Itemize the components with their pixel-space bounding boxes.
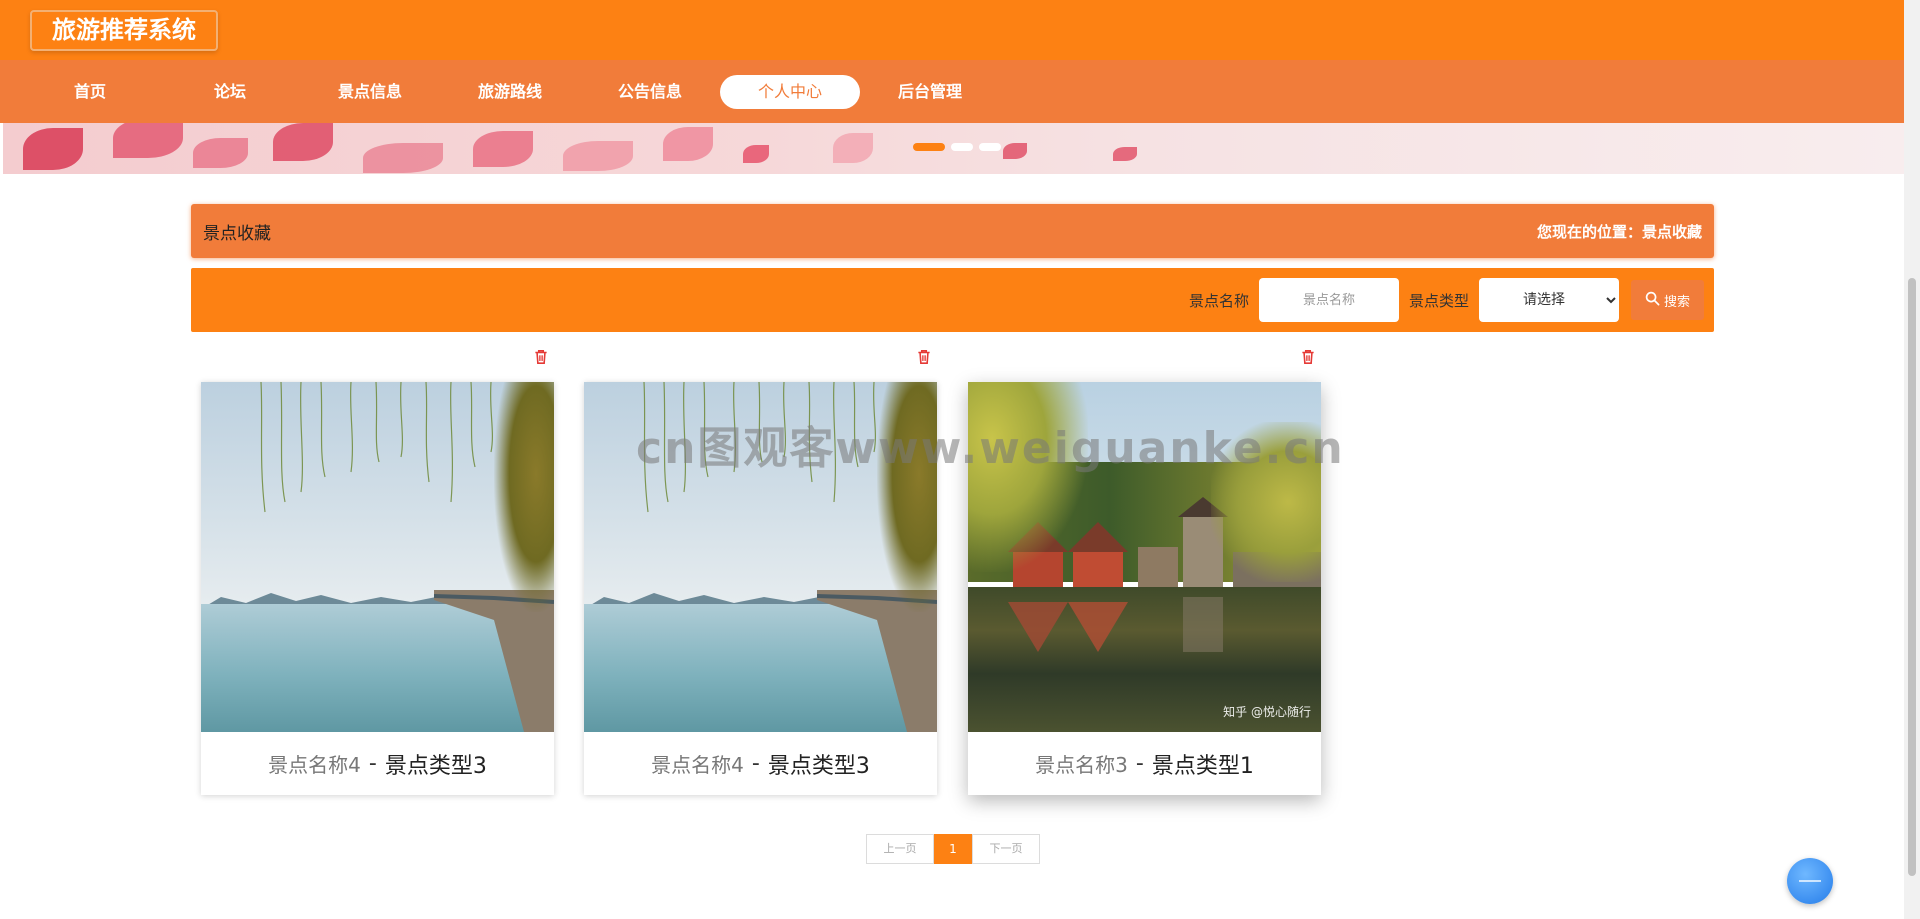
name-search-label: 景点名称	[1188, 291, 1249, 310]
petal-decoration	[743, 145, 769, 163]
photo-credit: 知乎 @悦心随行	[1223, 705, 1311, 719]
search-button-label: 搜索	[1663, 294, 1690, 310]
card-caption: 景点名称4 - 景点类型3	[584, 732, 937, 795]
watermark: cn图观客www.weiguanke.cn	[636, 423, 1345, 474]
petal-decoration	[23, 128, 83, 170]
main-nav: 首页 论坛 景点信息 旅游路线 公告信息 个人中心 后台管理	[0, 60, 1904, 123]
petal-decoration	[833, 133, 873, 163]
nav-item-routes[interactable]: 旅游路线	[440, 75, 580, 109]
petal-decoration	[1113, 147, 1137, 161]
nav-item-forum[interactable]: 论坛	[160, 75, 300, 109]
image-willow	[260, 382, 493, 513]
next-page-button[interactable]: 下一页	[972, 834, 1040, 864]
section-title: 景点收藏	[203, 223, 271, 244]
breadcrumb: 您现在的位置：景点收藏	[1536, 222, 1702, 241]
banner-indicators	[913, 143, 1001, 151]
banner-carousel	[3, 123, 1904, 174]
banner-dot-1[interactable]	[913, 143, 945, 151]
petal-decoration	[563, 141, 633, 171]
scrollbar-thumb[interactable]	[1908, 278, 1916, 876]
search-button[interactable]: 搜索	[1630, 280, 1704, 320]
nav-item-announcements[interactable]: 公告信息	[580, 75, 720, 109]
caption-separator: -	[751, 751, 760, 776]
image-reflection	[1008, 597, 1223, 652]
trash-icon[interactable]	[532, 348, 550, 366]
petal-decoration	[363, 143, 443, 173]
banner-dot-2[interactable]	[951, 143, 973, 151]
prev-page-button[interactable]: 上一页	[866, 834, 934, 864]
section-header: 景点收藏 您现在的位置：景点收藏	[191, 204, 1714, 258]
attraction-name: 景点名称4	[268, 753, 361, 777]
pagination: 上一页 1 下一页	[866, 834, 1040, 864]
scrollbar[interactable]	[1904, 0, 1920, 919]
search-bar: 景点名称 景点类型 请选择 搜索	[191, 268, 1714, 332]
petal-decoration	[473, 131, 533, 167]
attraction-name: 景点名称4	[651, 753, 744, 777]
trash-icon[interactable]	[915, 348, 933, 366]
petal-decoration	[273, 123, 333, 161]
type-select[interactable]: 请选择	[1478, 278, 1619, 322]
petal-decoration	[113, 123, 183, 158]
search-icon	[1645, 291, 1660, 310]
nav-item-home[interactable]: 首页	[20, 75, 160, 109]
attraction-name: 景点名称3	[1035, 753, 1128, 777]
petal-decoration	[663, 127, 713, 161]
image-willow	[968, 382, 1088, 572]
type-search-label: 景点类型	[1408, 291, 1469, 310]
attraction-type: 景点类型1	[1151, 753, 1254, 779]
card-caption: 景点名称4 - 景点类型3	[201, 732, 554, 795]
attraction-type: 景点类型3	[767, 753, 870, 779]
site-title[interactable]: 旅游推荐系统	[30, 10, 218, 51]
name-search-input[interactable]	[1258, 278, 1399, 322]
card-caption: 景点名称3 - 景点类型1	[968, 732, 1321, 795]
petal-decoration	[1003, 143, 1027, 159]
attraction-type: 景点类型3	[384, 753, 487, 779]
top-header: 旅游推荐系统	[0, 0, 1904, 60]
caption-separator: -	[368, 751, 377, 776]
caption-separator: -	[1135, 751, 1144, 776]
trash-icon[interactable]	[1299, 348, 1317, 366]
nav-item-attractions[interactable]: 景点信息	[300, 75, 440, 109]
banner-dot-3[interactable]	[979, 143, 1001, 151]
attraction-image[interactable]	[201, 382, 554, 732]
petal-decoration	[193, 138, 248, 168]
nav-item-personal-center[interactable]: 个人中心	[720, 74, 860, 109]
favorite-card[interactable]: 景点名称4 - 景点类型3	[201, 382, 554, 795]
floating-action-button[interactable]	[1787, 858, 1833, 904]
nav-item-admin[interactable]: 后台管理	[860, 75, 1000, 109]
page-number[interactable]: 1	[934, 834, 972, 864]
